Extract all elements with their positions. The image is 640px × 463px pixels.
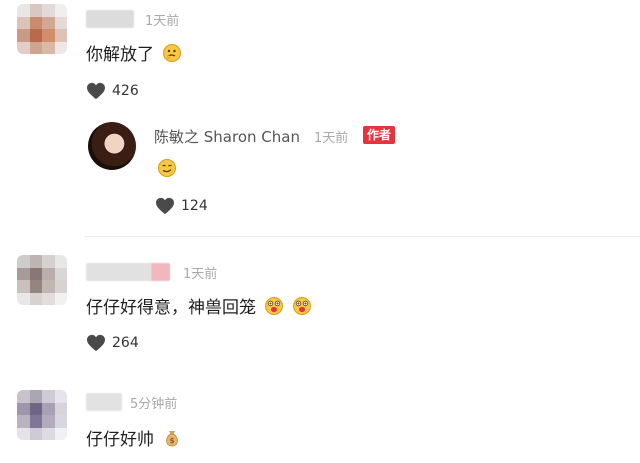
comment-timestamp: 5分钟前 <box>130 397 178 412</box>
surprised-pig-face-icon <box>292 296 312 316</box>
like-count: 264 <box>112 335 139 351</box>
comment-text-content: 你解放了 <box>86 45 154 65</box>
comment-timestamp: 1天前 <box>183 267 218 282</box>
thinking-face-icon <box>162 43 182 63</box>
heart-icon <box>87 82 105 100</box>
money-bag-icon: $ <box>162 428 182 448</box>
comment-text: 仔仔好得意，神兽回笼 <box>86 293 312 318</box>
svg-text:$: $ <box>170 437 175 445</box>
comment-text-content: 仔仔好得意，神兽回笼 <box>86 298 256 318</box>
avatar[interactable] <box>17 4 67 54</box>
username-blurred[interactable] <box>86 10 134 28</box>
comment-timestamp: 1天前 <box>145 14 180 29</box>
username-blurred[interactable] <box>86 263 170 281</box>
comment-item: 5分钟前 仔仔好帅 $ <box>0 380 640 463</box>
like-button[interactable]: 264 <box>86 334 139 352</box>
avatar[interactable] <box>17 255 67 305</box>
smirk-face-icon <box>157 158 177 178</box>
author-badge: 作者 <box>363 126 396 144</box>
like-button[interactable]: 426 <box>86 82 139 100</box>
comment-text: 你解放了 <box>86 40 182 65</box>
avatar[interactable] <box>17 390 67 440</box>
heart-icon <box>156 197 174 215</box>
author-avatar[interactable] <box>88 122 136 170</box>
surprised-pig-face-icon <box>264 296 284 316</box>
comment-item: 1天前 你解放了 426 陈敏之 Sharon Chan 1天前 作者 124 <box>0 0 640 235</box>
like-count: 124 <box>181 198 208 214</box>
reply-like-button[interactable]: 124 <box>155 197 208 215</box>
comment-item: 1天前 仔仔好得意，神兽回笼 264 <box>0 237 640 367</box>
username-blurred[interactable] <box>86 393 122 411</box>
heart-icon <box>87 334 105 352</box>
like-count: 426 <box>112 83 139 99</box>
comment-text: 仔仔好帅 $ <box>86 425 182 450</box>
comment-text-content: 仔仔好帅 <box>86 430 154 450</box>
reply-timestamp: 1天前 <box>314 131 349 146</box>
author-name[interactable]: 陈敏之 Sharon Chan <box>154 126 300 147</box>
